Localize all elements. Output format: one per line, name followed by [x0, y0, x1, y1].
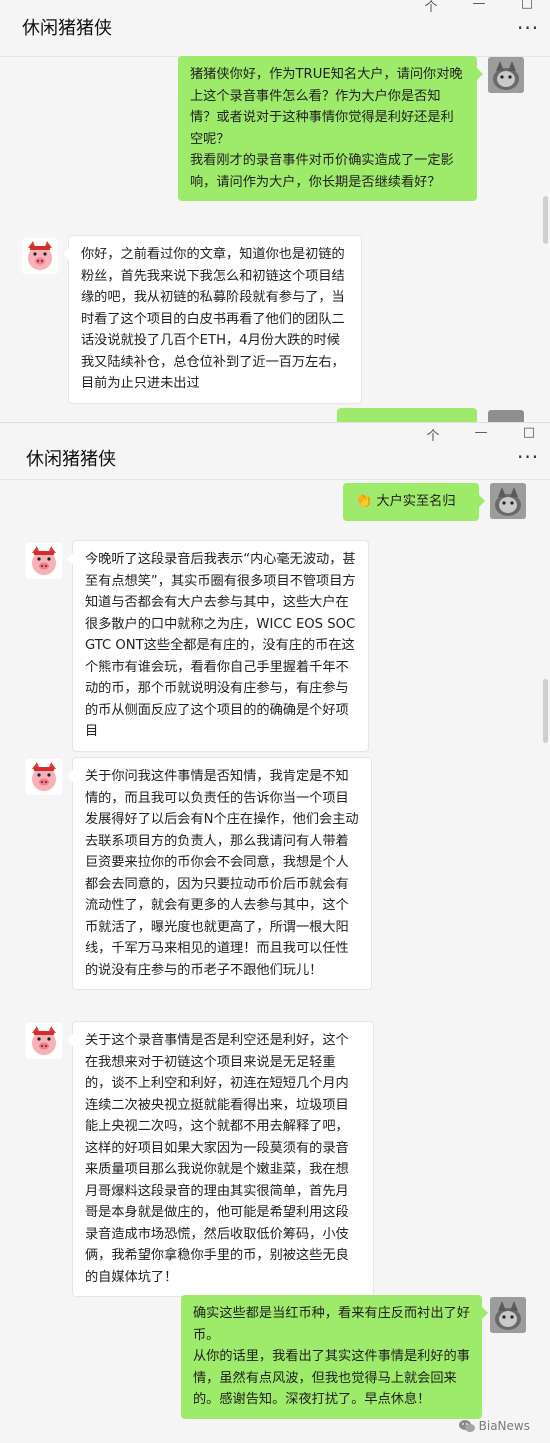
minimize-icon[interactable]: —: [472, 0, 486, 15]
chat-title: 休闲猪猪侠: [22, 18, 112, 39]
pin-icon[interactable]: 个: [426, 425, 440, 444]
chat-window-bottom: 个 — □ × 休闲猪猪侠 ··· 👏 大户实至名归: [0, 422, 550, 1443]
window-controls: 个 — □: [424, 0, 534, 15]
message-text: 猪猪侠你好，作为TRUE知名大户，请问你对晚上这个录音事件怎么看？作为大户你是否…: [190, 67, 463, 147]
chat-window-top: 个 — □ 休闲猪猪侠 ··· 猪猪侠你好，作为TRUE知名大户，请问你对晚上这…: [0, 0, 550, 422]
watermark-text: BiaNews: [478, 1419, 530, 1433]
pin-icon[interactable]: 个: [424, 0, 438, 15]
watermark: BiaNews: [458, 1419, 530, 1433]
message-bubble-self[interactable]: 确实这些都是当红币种，看来有庄反而衬出了好币。 从你的话里，我看出了其实这件事情…: [181, 1295, 488, 1419]
chat-header: 个 — □ × 休闲猪猪侠 ···: [0, 423, 550, 480]
more-options-icon[interactable]: ···: [517, 445, 539, 469]
scrollbar[interactable]: [543, 196, 548, 244]
message-bubble-contact[interactable]: 关于你问我这件事情是否知情，我肯定是不知情的，而且我可以负责任的告诉你当一个项目…: [67, 757, 372, 990]
message-text: 今晚听了这段录音后我表示“内心毫无波动，甚至有点想笑”，其实币圈有很多项目不管项…: [85, 552, 356, 739]
cat-avatar-icon: [490, 483, 526, 519]
maximize-icon[interactable]: □: [520, 0, 534, 15]
window-controls: 个 — □ ×: [426, 425, 550, 444]
scrollbar[interactable]: [543, 679, 548, 743]
contact-avatar[interactable]: [22, 238, 58, 274]
self-avatar-partial: [488, 410, 524, 422]
message-text: 关于这个录音事情是否是利空还是利好，这个在我想来对于初链这个项目来说是无足轻重的…: [85, 1033, 349, 1285]
message-bubble-self[interactable]: 👏 大户实至名归: [343, 483, 485, 521]
self-avatar[interactable]: [490, 1297, 526, 1333]
chat-title: 休闲猪猪侠: [26, 449, 116, 470]
contact-avatar[interactable]: [26, 1023, 62, 1059]
message-text: 关于你问我这件事情是否知情，我肯定是不知情的，而且我可以负责任的告诉你当一个项目…: [85, 769, 359, 978]
minimize-icon[interactable]: —: [474, 425, 488, 444]
contact-avatar[interactable]: [26, 759, 62, 795]
message-bubble-contact[interactable]: 你好，之前看过你的文章，知道你也是初链的粉丝，首先我来说下我怎么和初链这个项目结…: [63, 235, 362, 404]
wechat-icon: [458, 1419, 475, 1432]
chat-header: 个 — □ 休闲猪猪侠 ···: [0, 0, 550, 57]
contact-avatar[interactable]: [26, 543, 62, 579]
pig-avatar-icon: [26, 759, 62, 795]
message-bubble-self[interactable]: 猪猪侠你好，作为TRUE知名大户，请问你对晚上这个录音事件怎么看？作为大户你是否…: [178, 56, 483, 201]
message-bubble-contact[interactable]: 今晚听了这段录音后我表示“内心毫无波动，甚至有点想笑”，其实币圈有很多项目不管项…: [67, 540, 369, 752]
maximize-icon[interactable]: □: [522, 425, 536, 444]
cat-avatar-icon: [490, 1297, 526, 1333]
message-bubble-contact[interactable]: 关于这个录音事情是否是利空还是利好，这个在我想来对于初链这个项目来说是无足轻重的…: [67, 1021, 374, 1297]
self-avatar[interactable]: [490, 483, 526, 519]
pig-avatar-icon: [22, 238, 58, 274]
message-text: 我看刚才的录音事件对币价确实造成了一定影响，请问作为大户，你长期是否继续看好？: [190, 153, 454, 190]
self-avatar[interactable]: [488, 57, 524, 93]
message-text: 确实这些都是当红币种，看来有庄反而衬出了好币。: [193, 1306, 470, 1343]
clap-icon: 👏: [355, 493, 373, 509]
message-text: 从你的话里，我看出了其实这件事情是利好的事情，虽然有点风波，但我也觉得马上就会回…: [193, 1349, 470, 1407]
message-bubble-partial: [337, 408, 477, 422]
more-options-icon[interactable]: ···: [517, 16, 539, 40]
pig-avatar-icon: [26, 543, 62, 579]
pig-avatar-icon: [26, 1023, 62, 1059]
message-text: 大户实至名归: [376, 494, 456, 509]
message-text: 你好，之前看过你的文章，知道你也是初链的粉丝，首先我来说下我怎么和初链这个项目结…: [81, 247, 345, 391]
cat-avatar-icon: [488, 57, 524, 93]
